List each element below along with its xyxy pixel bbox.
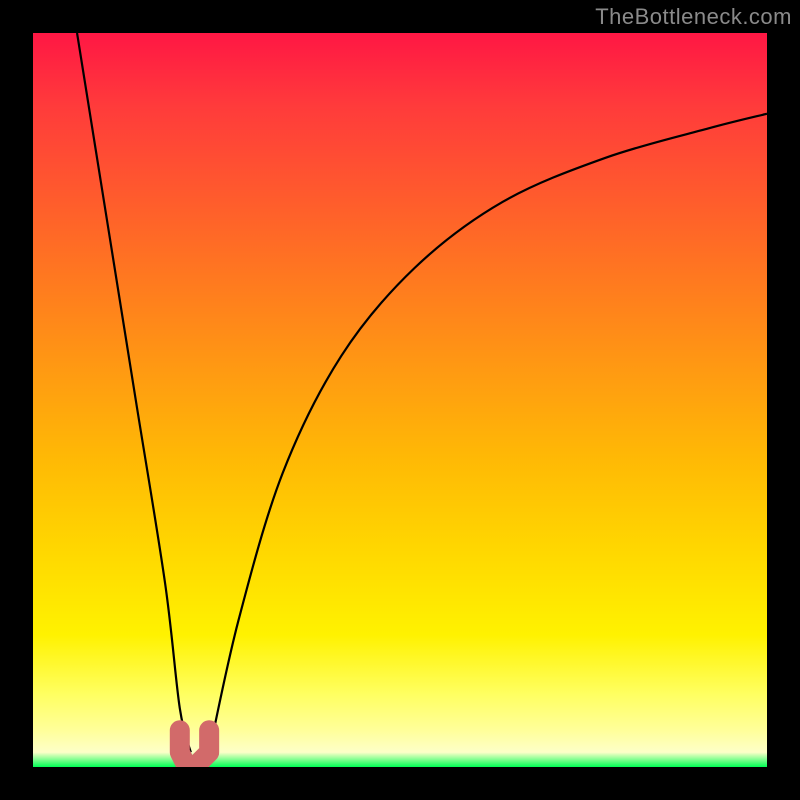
chart-svg [33,33,767,767]
curve-layer [77,33,767,767]
curve-right-branch [209,114,767,753]
curve-left-branch [77,33,191,752]
outer-frame: TheBottleneck.com [0,0,800,800]
chart-plot-area [33,33,767,767]
watermark-text: TheBottleneck.com [595,4,792,30]
u-marker [180,730,209,767]
